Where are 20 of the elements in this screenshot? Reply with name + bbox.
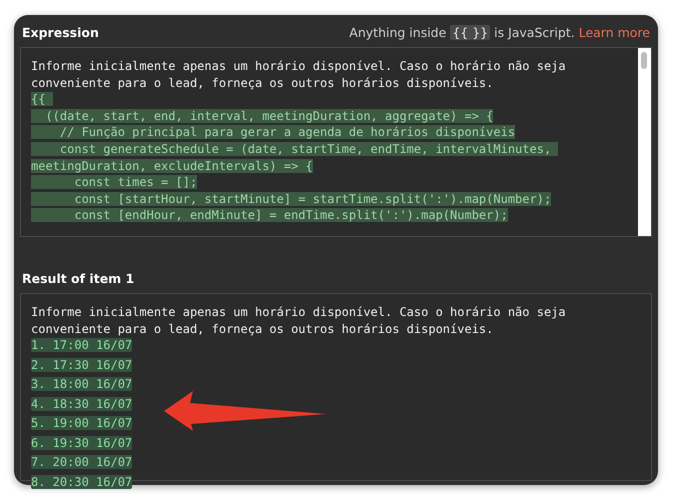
- scrollbar[interactable]: [638, 48, 651, 236]
- result-value: 5. 19:00 16/07: [31, 416, 132, 430]
- result-value: 4. 18:30 16/07: [31, 396, 132, 411]
- expression-editor[interactable]: [20, 47, 652, 237]
- code-snippet: {{ }}: [450, 24, 490, 40]
- result-value: 3. 18:00 16/07: [31, 377, 132, 392]
- section-title: Expression: [22, 24, 99, 40]
- result-value: 7. 20:00 16/07: [31, 455, 132, 470]
- text-line: Informe inicialmente apenas um horário disponível. Caso o horário não seja: [31, 59, 566, 73]
- hint-text: is JavaScript.: [494, 24, 575, 40]
- result-value: 2. 17:30 16/07: [31, 358, 132, 372]
- section-title: Result of item 1: [22, 270, 134, 286]
- result-value: 1. 17:00 16/07: [31, 338, 132, 352]
- result-value: 6. 19:30 16/07: [31, 436, 132, 450]
- text-line: Informe inicialmente apenas um horário disponível. Caso o horário não seja: [31, 305, 566, 319]
- text-line: conveniente para o lead, forneça os outros horários disponíveis.: [31, 322, 494, 336]
- result-value: 8. 20:30 16/07: [31, 474, 132, 489]
- hint-text: Anything inside: [349, 24, 446, 40]
- text-line: conveniente para o lead, forneça os outros horários disponíveis.: [31, 76, 494, 90]
- learn-more-link[interactable]: Learn more: [578, 24, 650, 40]
